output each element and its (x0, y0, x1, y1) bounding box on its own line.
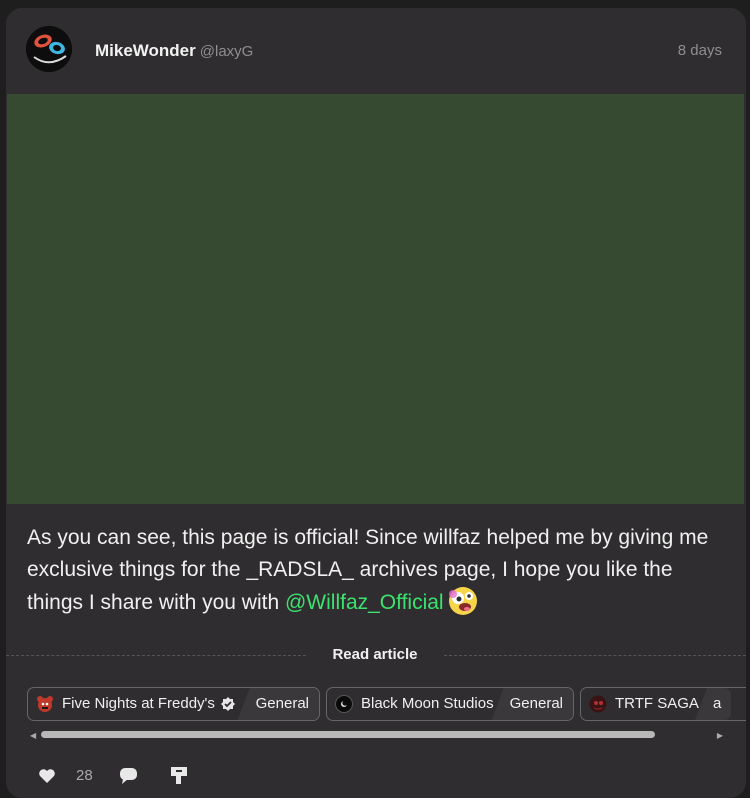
post-actions: 28 (6, 764, 746, 794)
community-category: a (695, 688, 732, 720)
trtf-icon (589, 695, 607, 713)
black-moon-icon (335, 695, 353, 713)
scroll-left-arrow-icon[interactable]: ◀ (30, 731, 36, 740)
post-card: MikeWonder @laxyG 8 days As you can see, … (6, 8, 746, 798)
community-chip-trtf[interactable]: TRTF SAGA a (580, 687, 746, 721)
tags-scrollbar[interactable]: ◀ ▶ (27, 729, 726, 741)
post-media[interactable] (7, 94, 744, 504)
post-body: As you can see, this page is official! S… (27, 522, 727, 619)
post-header: MikeWonder @laxyG 8 days (6, 8, 746, 94)
community-category: General (237, 688, 319, 720)
community-tags: Five Nights at Freddy's General Black Mo… (27, 687, 746, 723)
author-line: MikeWonder @laxyG (95, 41, 253, 61)
mention-link[interactable]: @Willfaz_Official (285, 591, 444, 614)
post-timestamp[interactable]: 8 days (678, 42, 722, 59)
heart-icon[interactable] (38, 768, 56, 789)
comment-icon[interactable] (119, 767, 138, 790)
freddy-icon (36, 695, 54, 713)
repost-icon[interactable] (170, 766, 188, 791)
community-chip-fnaf[interactable]: Five Nights at Freddy's General (27, 687, 320, 721)
read-article-row: Read article (6, 644, 746, 666)
community-chip-black-moon[interactable]: Black Moon Studios General (326, 687, 574, 721)
community-category: General (491, 688, 573, 720)
author-name[interactable]: MikeWonder (95, 41, 196, 60)
divider-left (6, 655, 306, 656)
community-name: TRTF SAGA (615, 695, 699, 712)
community-name: Black Moon Studios (361, 695, 494, 712)
verified-badge-icon (220, 696, 236, 712)
scroll-right-arrow-icon[interactable]: ▶ (717, 731, 723, 740)
read-article-link[interactable]: Read article (306, 646, 444, 663)
like-count: 28 (76, 767, 93, 784)
divider-right (444, 655, 746, 656)
community-name: Five Nights at Freddy's (62, 695, 215, 712)
author-avatar[interactable] (26, 26, 72, 72)
author-handle[interactable]: @laxyG (200, 43, 254, 60)
scrollbar-thumb[interactable] (41, 731, 655, 738)
crazy-face-emoji-icon (448, 586, 478, 616)
